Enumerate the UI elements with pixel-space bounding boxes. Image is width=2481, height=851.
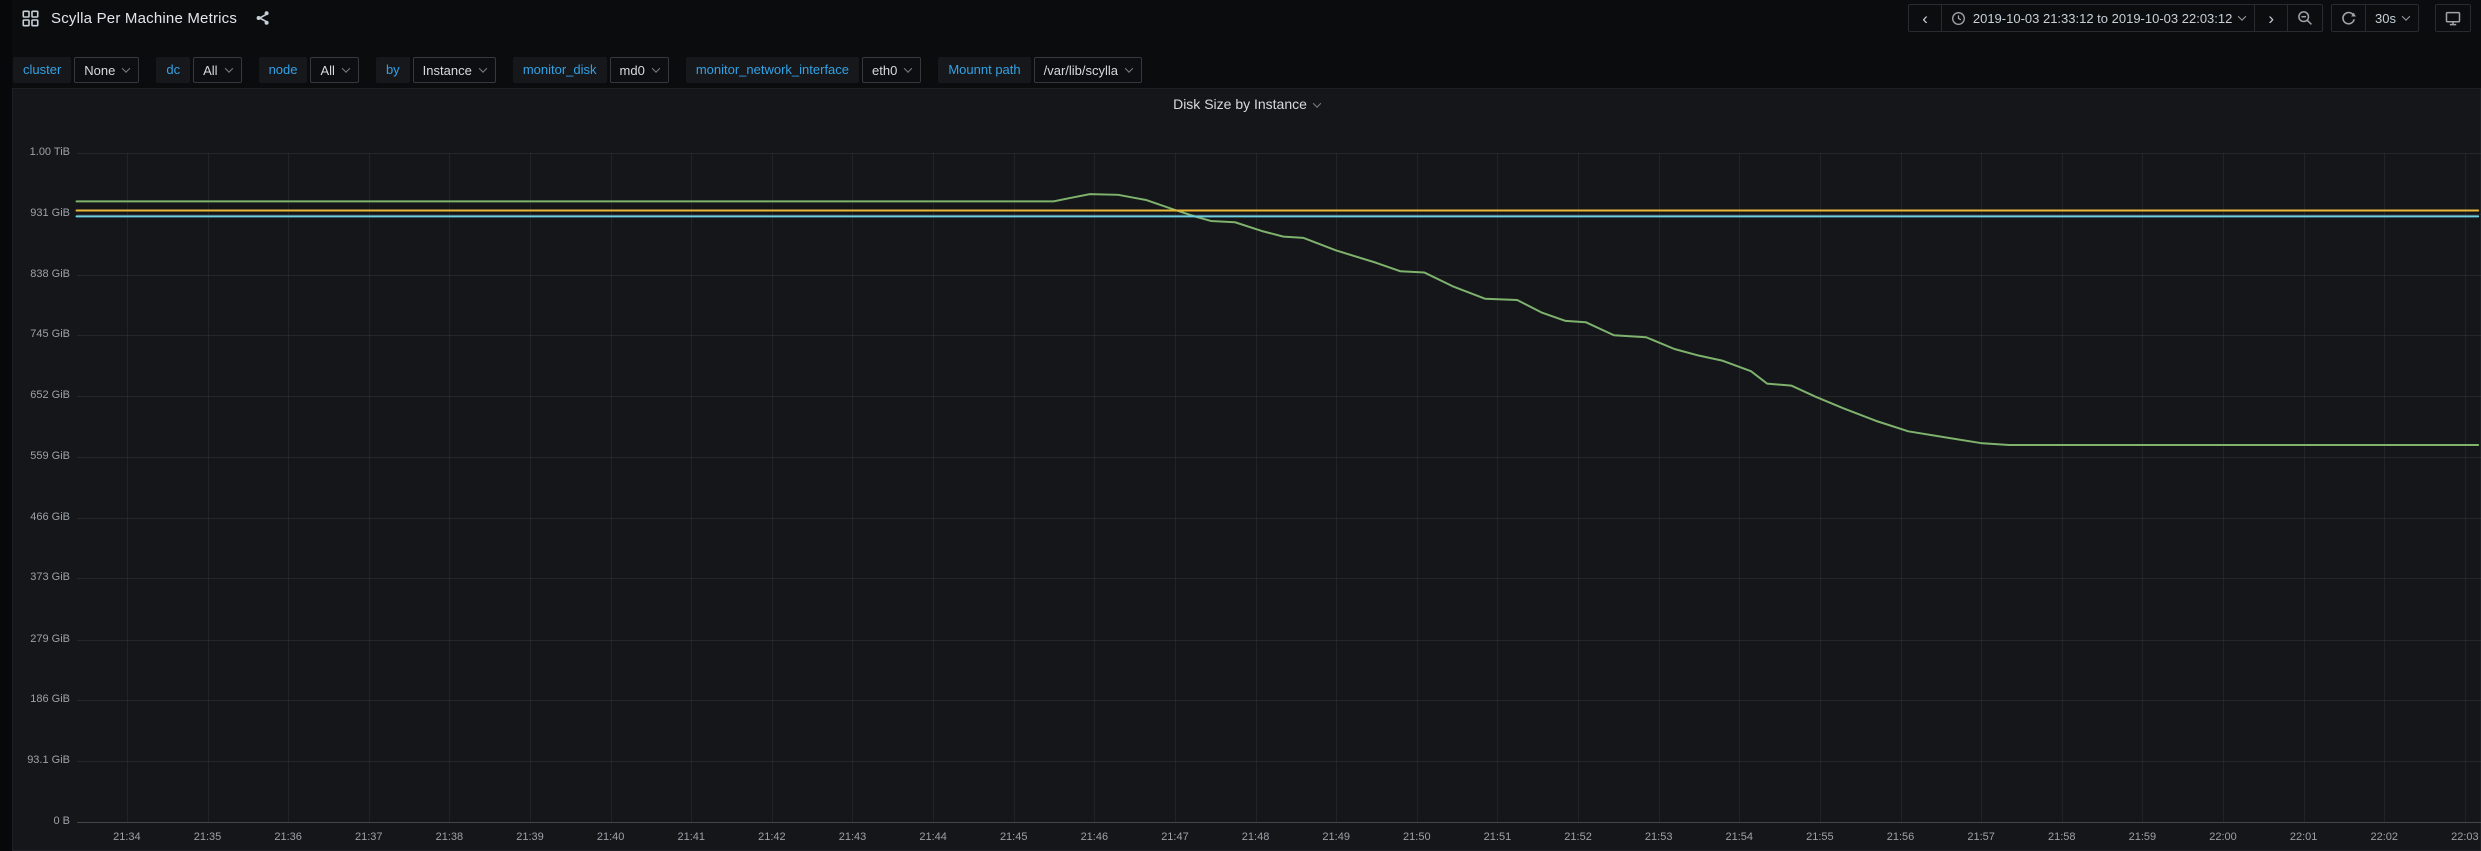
panel-title-text: Disk Size by Instance: [1173, 96, 1307, 112]
kiosk-mode-button[interactable]: [2436, 5, 2470, 31]
chart-plot-area[interactable]: [62, 153, 2481, 822]
variable-by-value-dropdown[interactable]: Instance: [413, 57, 496, 83]
variable-cluster: cluster None: [13, 57, 139, 83]
share-icon[interactable]: [255, 10, 271, 26]
chevron-right-icon: ›: [2264, 10, 2278, 27]
kiosk-group: [2435, 4, 2471, 32]
tv-kiosk-icon: [2445, 10, 2461, 26]
caret-down-icon: [342, 64, 350, 72]
dashboard-grid-icon[interactable]: [22, 10, 39, 27]
variable-dc-value: All: [203, 63, 217, 78]
caret-down-icon: [1313, 99, 1321, 107]
variable-dc-label: dc: [156, 57, 190, 83]
caret-down-icon: [224, 64, 232, 72]
variable-by-value: Instance: [423, 63, 472, 78]
variable-mounnt-path-value-dropdown[interactable]: /var/lib/scylla: [1034, 57, 1142, 83]
variable-monitor-network-interface-label: monitor_network_interface: [686, 57, 859, 83]
series-line-green-instance-descending: [77, 194, 2479, 445]
caret-down-icon: [122, 64, 130, 72]
chevron-left-icon: ‹: [1918, 10, 1932, 27]
panel-title[interactable]: Disk Size by Instance: [13, 96, 2480, 112]
time-shift-back-button[interactable]: ‹: [1909, 5, 1941, 31]
variable-monitor-disk-value-dropdown[interactable]: md0: [610, 57, 669, 83]
variable-mounnt-path-value: /var/lib/scylla: [1044, 63, 1118, 78]
time-range-picker-button[interactable]: 2019-10-03 21:33:12 to 2019-10-03 22:03:…: [1941, 5, 2255, 31]
variable-node-value-dropdown[interactable]: All: [310, 57, 358, 83]
grafana-dashboard: Scylla Per Machine Metrics ‹ 2019-10-0: [0, 0, 2481, 851]
variable-node-value: All: [320, 63, 334, 78]
variable-mounnt-path-label: Mounnt path: [938, 57, 1030, 83]
refresh-icon: [2341, 11, 2356, 26]
caret-down-icon: [2238, 12, 2246, 20]
caret-down-icon: [652, 64, 660, 72]
refresh-group: 30s: [2331, 4, 2419, 32]
variable-monitor-network-interface-value: eth0: [872, 63, 897, 78]
zoom-out-icon: [2297, 10, 2313, 26]
navbar-left: Scylla Per Machine Metrics: [22, 10, 271, 27]
variable-by-label: by: [376, 57, 410, 83]
variable-mounnt-path: Mounnt path/var/lib/scylla: [938, 57, 1142, 83]
variable-monitor-disk-value: md0: [620, 63, 645, 78]
variable-dc: dc All: [156, 57, 241, 83]
caret-down-icon: [2402, 12, 2410, 20]
variable-monitor-network-interface: monitor_network_interface eth0: [686, 57, 922, 83]
dashboard-title[interactable]: Scylla Per Machine Metrics: [51, 10, 237, 27]
caret-down-icon: [479, 64, 487, 72]
variable-monitor-disk: monitor_disk md0: [513, 57, 669, 83]
variable-monitor-network-interface-value-dropdown[interactable]: eth0: [862, 57, 921, 83]
caret-down-icon: [1125, 64, 1133, 72]
variable-node-label: node: [259, 57, 308, 83]
top-navbar: Scylla Per Machine Metrics ‹ 2019-10-0: [12, 0, 2481, 34]
time-shift-forward-button[interactable]: ›: [2254, 5, 2287, 31]
left-sidebar-strip: [0, 0, 12, 851]
variable-node: node All: [259, 57, 359, 83]
variable-dc-value-dropdown[interactable]: All: [193, 57, 241, 83]
variable-by: by Instance: [376, 57, 496, 83]
variable-cluster-value-dropdown[interactable]: None: [74, 57, 139, 83]
refresh-interval-text: 30s: [2375, 11, 2396, 26]
zoom-out-button[interactable]: [2287, 5, 2322, 31]
caret-down-icon: [904, 64, 912, 72]
clock-icon: [1951, 11, 1966, 26]
variable-cluster-value: None: [84, 63, 115, 78]
variable-monitor-disk-label: monitor_disk: [513, 57, 607, 83]
variable-cluster-label: cluster: [13, 57, 71, 83]
navbar-right: ‹ 2019-10-03 21:33:12 to 2019-10-03 22:0…: [1908, 4, 2471, 32]
time-range-text: 2019-10-03 21:33:12 to 2019-10-03 22:03:…: [1973, 11, 2233, 26]
time-controls-group: ‹ 2019-10-03 21:33:12 to 2019-10-03 22:0…: [1908, 4, 2323, 32]
template-variables-bar: clusterNonedcAllnodeAllbyInstancemonitor…: [13, 56, 1142, 84]
refresh-interval-dropdown[interactable]: 30s: [2365, 5, 2418, 31]
refresh-button[interactable]: [2332, 5, 2365, 31]
